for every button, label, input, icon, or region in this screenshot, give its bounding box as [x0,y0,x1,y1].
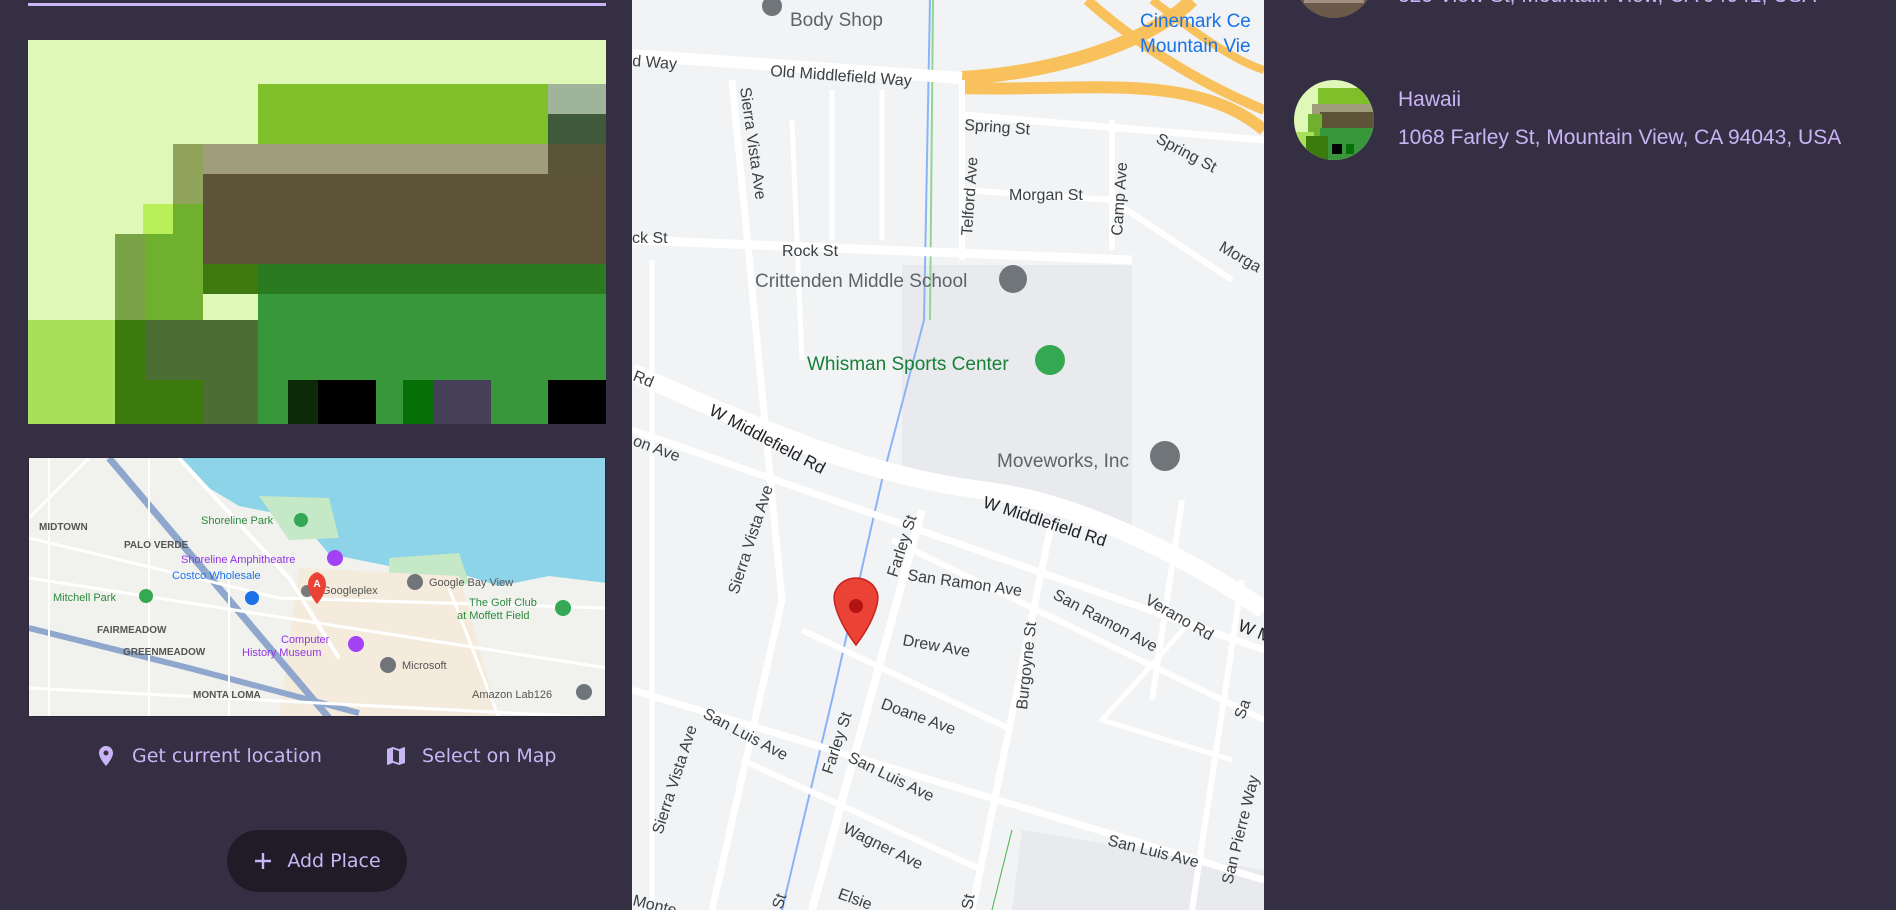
museum-marker-icon [348,636,364,652]
location-pin-icon [99,746,113,766]
map-label: Rock St [782,243,839,260]
mini-map-label: The Golf Club [469,597,537,609]
place-address: 1068 Farley St, Mountain View, CA 94043,… [1398,126,1842,149]
mini-map-label: Microsoft [402,660,447,672]
mini-map-label: Googleplex [322,585,378,597]
place-preview-image [28,40,606,424]
plus-icon [255,853,272,869]
mini-map-label: FAIRMEADOW [97,625,167,636]
map-label: Morgan St [1009,187,1083,204]
shop-marker-icon [245,591,259,605]
mini-map-label: History Museum [242,647,321,659]
select-on-map-button[interactable]: Select on Map [384,738,556,774]
poi-marker-icon [407,574,423,590]
mini-map-label: Amazon Lab126 [472,689,552,701]
place-avatar [1294,80,1374,160]
school-marker-icon [999,265,1027,293]
mini-map-label: Mitchell Park [53,592,116,604]
select-on-map-label: Select on Map [422,745,557,767]
mini-map-label: GREENMEADOW [123,647,206,658]
park-marker-icon [139,589,153,603]
map-label: Mountain Vie [1140,36,1251,57]
main-map[interactable]: Body Shop d Way Old Middlefield Way Cine… [632,0,1264,910]
poi-marker-icon [576,684,592,700]
mini-map-label: MONTA LOMA [193,690,261,701]
mini-map-label: PALO VERDE [124,540,189,551]
park-marker-icon [1035,345,1065,375]
add-place-form: MIDTOWN PALO VERDE Shoreline Park Shorel… [0,0,632,910]
mini-map-label: MIDTOWN [39,522,88,533]
places-list: 325 View St, Mountain View, CA 94041, US… [1264,0,1896,910]
location-preview-map[interactable]: MIDTOWN PALO VERDE Shoreline Park Shorel… [28,457,606,717]
poi-marker-icon [1150,441,1180,471]
get-current-location-button[interactable]: Get current location [94,738,322,774]
add-place-label: Add Place [287,850,381,872]
park-marker-icon [294,513,308,527]
map-label: Whisman Sports Center [807,354,1009,375]
input-underline [28,3,606,6]
map-label: Moveworks, Inc [997,451,1129,472]
venue-marker-icon [327,550,343,566]
mini-map-label: Costco Wholesale [172,570,261,582]
mini-map-label: Computer [281,634,330,646]
map-label: Body Shop [790,10,883,31]
get-current-location-label: Get current location [132,745,322,767]
poi-marker-icon [380,657,396,673]
svg-text:A: A [313,579,320,590]
mini-map-label: Google Bay View [429,577,513,589]
app-root: MIDTOWN PALO VERDE Shoreline Park Shorel… [0,0,1896,910]
golf-marker-icon [555,600,571,616]
place-list-item[interactable]: 325 View St, Mountain View, CA 94041, US… [1294,0,1874,22]
map-label: ck St [632,230,668,247]
place-name: Hawaii [1398,88,1462,111]
mini-map-label: Shoreline Park [201,515,274,527]
map-label: Crittenden Middle School [755,271,967,292]
mini-map-label: at Moffett Field [457,610,530,622]
add-place-button[interactable]: Add Place [227,830,407,892]
place-avatar [1294,0,1374,18]
location-actions: Get current location Select on Map [0,738,632,774]
map-icon [387,747,405,765]
map-label: Cinemark Ce [1140,11,1251,32]
place-address: 325 View St, Mountain View, CA 94041, US… [1398,0,1816,8]
mini-map-label: Shoreline Amphitheatre [181,554,295,566]
place-list-item[interactable]: Hawaii 1068 Farley St, Mountain View, CA… [1294,80,1874,164]
map-label: d Way [632,53,678,73]
